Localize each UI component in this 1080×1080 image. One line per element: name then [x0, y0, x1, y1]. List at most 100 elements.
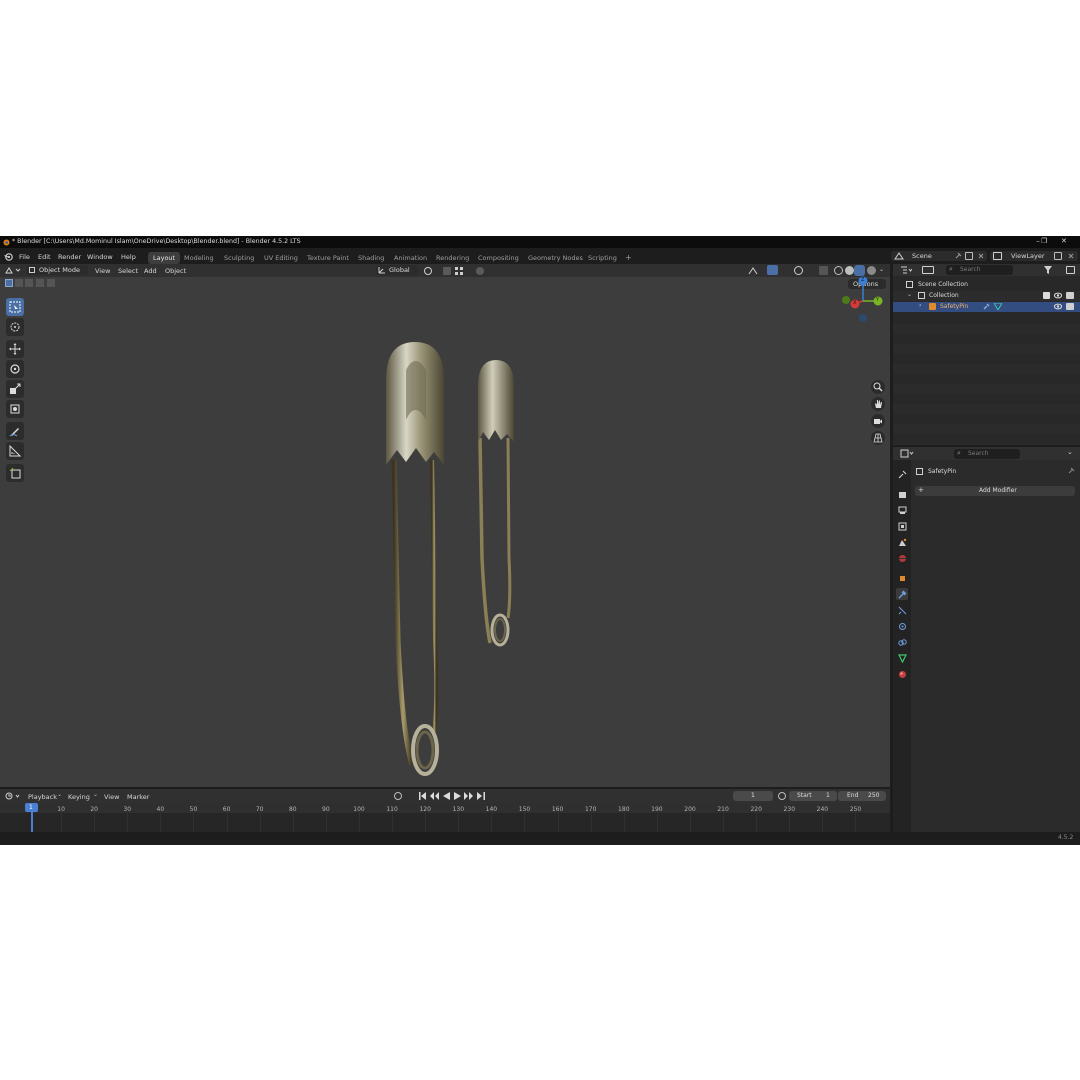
- menu-help[interactable]: Help: [121, 253, 136, 261]
- blender-menu-icon[interactable]: [4, 252, 13, 261]
- tool-rotate[interactable]: [6, 360, 24, 378]
- timeline-editor-icon[interactable]: [5, 792, 21, 800]
- tab-scripting[interactable]: Scripting: [583, 252, 622, 264]
- tool-cursor[interactable]: [6, 318, 24, 336]
- tab-animation[interactable]: Animation: [389, 252, 432, 264]
- expand-chevron-icon[interactable]: ⌄: [907, 292, 912, 298]
- tab-compositing[interactable]: Compositing: [473, 252, 524, 264]
- maximize-button[interactable]: ❐: [1041, 238, 1047, 245]
- add-workspace-button[interactable]: +: [620, 252, 637, 264]
- tab-layout[interactable]: Layout: [148, 252, 181, 264]
- snap-target-icon[interactable]: [455, 267, 463, 275]
- tab-shading[interactable]: Shading: [353, 252, 389, 264]
- tool-move[interactable]: [6, 340, 24, 358]
- tool-select-box[interactable]: [6, 298, 24, 316]
- viewport-menu-view[interactable]: View: [95, 267, 110, 275]
- tool-measure[interactable]: [6, 442, 24, 460]
- outliner-row-collection[interactable]: ⌄ Collection: [893, 291, 1080, 301]
- filter-icon[interactable]: [1044, 266, 1054, 274]
- gizmo-toggle-icon[interactable]: [767, 265, 778, 275]
- outliner-row-scene-collection[interactable]: Scene Collection: [893, 280, 1080, 290]
- object-mode-dropdown[interactable]: Object Mode: [26, 265, 88, 275]
- snap-icon[interactable]: [443, 267, 451, 275]
- overlay-toggle-icon[interactable]: [794, 266, 803, 275]
- auto-keying-icon[interactable]: [394, 792, 402, 800]
- mesh-data-icon[interactable]: [993, 302, 1003, 312]
- delete-view-layer-icon[interactable]: [1067, 252, 1075, 260]
- outliner-search[interactable]: ⌕ Search: [946, 265, 1013, 275]
- menu-window[interactable]: Window: [87, 253, 113, 261]
- play-icon[interactable]: [454, 792, 461, 800]
- properties-options-icon[interactable]: ⌄: [1067, 449, 1073, 456]
- tool-scale[interactable]: [6, 380, 24, 398]
- jump-keyframe-forward-icon[interactable]: [464, 792, 473, 800]
- camera-view-icon[interactable]: [871, 414, 885, 428]
- jump-keyframe-back-icon[interactable]: [430, 792, 439, 800]
- xray-toggle-icon[interactable]: [819, 266, 828, 275]
- jump-end-icon[interactable]: [477, 792, 485, 800]
- view-layer-selector[interactable]: ViewLayer: [990, 251, 1078, 261]
- tool-annotate[interactable]: [6, 422, 24, 440]
- safety-pin-small[interactable]: [474, 358, 520, 660]
- select-mode-new-icon[interactable]: [5, 279, 13, 287]
- mesh-data-properties-icon[interactable]: [896, 652, 908, 664]
- start-frame-field[interactable]: Start 1: [789, 791, 837, 801]
- object-visibility-icon[interactable]: [1053, 303, 1063, 310]
- tab-sculpting[interactable]: Sculpting: [219, 252, 259, 264]
- current-frame-field[interactable]: 1: [733, 791, 773, 801]
- outliner-row-safetypin[interactable]: › SafetyPin: [893, 302, 1080, 312]
- proportional-edit-icon[interactable]: [476, 267, 484, 275]
- outliner-editor-icon[interactable]: [900, 266, 913, 274]
- viewport-menu-select[interactable]: Select: [118, 267, 138, 275]
- new-view-layer-icon[interactable]: [1054, 252, 1062, 260]
- physics-properties-icon[interactable]: [896, 620, 908, 632]
- constraints-properties-icon[interactable]: [896, 636, 908, 648]
- pivot-icon[interactable]: [424, 267, 432, 275]
- world-properties-icon[interactable]: [896, 552, 908, 564]
- properties-search[interactable]: ⌕ Search: [954, 449, 1020, 459]
- tab-uv-editing[interactable]: UV Editing: [259, 252, 303, 264]
- end-frame-field[interactable]: End 250: [838, 791, 886, 801]
- jump-start-icon[interactable]: [419, 792, 427, 800]
- timeline-menu-marker[interactable]: Marker: [127, 793, 149, 801]
- collection-visibility-icon[interactable]: [1053, 292, 1063, 299]
- timeline-menu-view[interactable]: View: [104, 793, 119, 801]
- properties-editor-icon[interactable]: [900, 449, 914, 458]
- particles-properties-icon[interactable]: [896, 604, 908, 616]
- tab-texture-paint[interactable]: Texture Paint: [302, 252, 354, 264]
- tab-geometry-nodes[interactable]: Geometry Nodes: [523, 252, 588, 264]
- select-mode-invert-icon[interactable]: [36, 279, 44, 287]
- scene-selector[interactable]: Scene: [891, 251, 987, 261]
- close-button[interactable]: ✕: [1061, 238, 1067, 245]
- pan-hand-icon[interactable]: [871, 397, 885, 411]
- menu-edit[interactable]: Edit: [38, 253, 51, 261]
- timeline-track[interactable]: [0, 813, 890, 832]
- select-mode-extend-icon[interactable]: [15, 279, 23, 287]
- timeline-menu-keying[interactable]: Keying: [68, 793, 90, 801]
- tab-rendering[interactable]: Rendering: [431, 252, 474, 264]
- modifier-wrench-icon[interactable]: [983, 303, 990, 310]
- pin-icon[interactable]: [954, 252, 962, 260]
- tool-add-cube[interactable]: [6, 464, 24, 482]
- menu-render[interactable]: Render: [58, 253, 81, 261]
- transform-orientation-dropdown[interactable]: Global: [376, 265, 418, 275]
- tool-properties-icon[interactable]: [896, 468, 908, 480]
- timeline-menu-playback[interactable]: Playback: [28, 793, 57, 801]
- viewport-3d[interactable]: Object Mode View Select Add Object Globa…: [0, 264, 890, 787]
- safety-pin-large[interactable]: [380, 340, 450, 792]
- preview-range-icon[interactable]: [778, 792, 786, 800]
- new-scene-icon[interactable]: [965, 252, 973, 260]
- modifier-properties-icon[interactable]: [896, 588, 908, 600]
- menu-file[interactable]: File: [19, 253, 30, 261]
- add-modifier-button[interactable]: + Add Modifier: [915, 486, 1075, 496]
- new-collection-icon[interactable]: [1066, 266, 1075, 274]
- perspective-toggle-icon[interactable]: [871, 431, 885, 445]
- visibility-icon[interactable]: [748, 266, 758, 275]
- properties-pin-icon[interactable]: [1067, 467, 1075, 475]
- output-properties-icon[interactable]: [896, 504, 908, 516]
- collection-render-icon[interactable]: [1066, 292, 1074, 299]
- display-mode-icon[interactable]: [922, 266, 934, 274]
- collection-checkbox-icon[interactable]: [1043, 292, 1050, 299]
- tool-transform[interactable]: [6, 400, 24, 418]
- play-reverse-icon[interactable]: [443, 792, 450, 800]
